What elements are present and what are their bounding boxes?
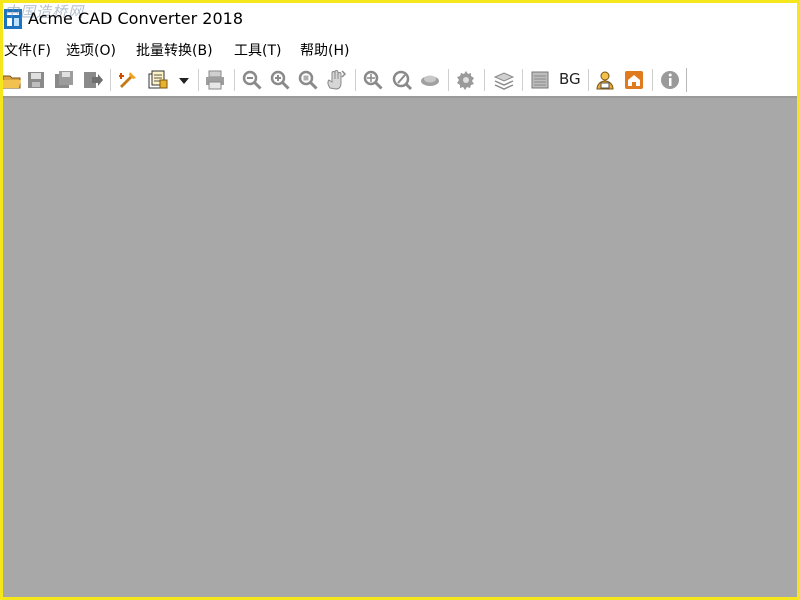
menu-bar: 文件(F) 选项(O) 批量转换(B) 工具(T) 帮助(H): [0, 38, 800, 64]
settings-icon[interactable]: [454, 68, 478, 92]
toolbar-separator: [652, 69, 653, 91]
drawing-workspace[interactable]: [3, 96, 797, 597]
print-icon[interactable]: [203, 68, 227, 92]
menu-batch-convert[interactable]: 批量转换(B): [136, 42, 213, 62]
zoom-window-icon[interactable]: [296, 68, 320, 92]
toolbar-separator: [448, 69, 449, 91]
toolbar-separator: [588, 69, 589, 91]
save-as-icon[interactable]: [52, 68, 76, 92]
toolbar: BG: [0, 64, 800, 97]
title-bar: 中国造桥网 Acme CAD Converter 2018: [0, 0, 800, 38]
toolbar-separator: [355, 69, 356, 91]
convert-icon[interactable]: [116, 68, 140, 92]
batch-convert-icon[interactable]: [146, 68, 170, 92]
menu-tools[interactable]: 工具(T): [234, 42, 281, 62]
pan-icon[interactable]: [324, 68, 348, 92]
toolbar-separator: [198, 69, 199, 91]
save-icon[interactable]: [24, 68, 48, 92]
info-icon[interactable]: [658, 68, 682, 92]
home-icon[interactable]: [622, 68, 646, 92]
toolbar-separator: [110, 69, 111, 91]
layout-icon[interactable]: [528, 68, 552, 92]
zoom-extents-icon[interactable]: [361, 68, 385, 92]
menu-file[interactable]: 文件(F): [4, 42, 51, 62]
open-icon[interactable]: [0, 68, 24, 92]
menu-help[interactable]: 帮助(H): [300, 42, 349, 62]
background-color-icon[interactable]: BG: [559, 70, 581, 88]
zoom-realtime-icon[interactable]: [390, 68, 414, 92]
toolbar-separator: [234, 69, 235, 91]
toolbar-end-divider: [686, 68, 687, 92]
user-icon[interactable]: [593, 68, 617, 92]
toolbar-separator: [484, 69, 485, 91]
dropdown-arrow-icon[interactable]: [172, 68, 192, 92]
toolbar-separator: [522, 69, 523, 91]
export-icon[interactable]: [80, 68, 104, 92]
layers-icon[interactable]: [492, 68, 516, 92]
menu-options[interactable]: 选项(O): [66, 42, 116, 62]
view-icon[interactable]: [418, 68, 442, 92]
zoom-out-icon[interactable]: [240, 68, 264, 92]
zoom-in-icon[interactable]: [268, 68, 292, 92]
window-title: Acme CAD Converter 2018: [28, 9, 243, 28]
